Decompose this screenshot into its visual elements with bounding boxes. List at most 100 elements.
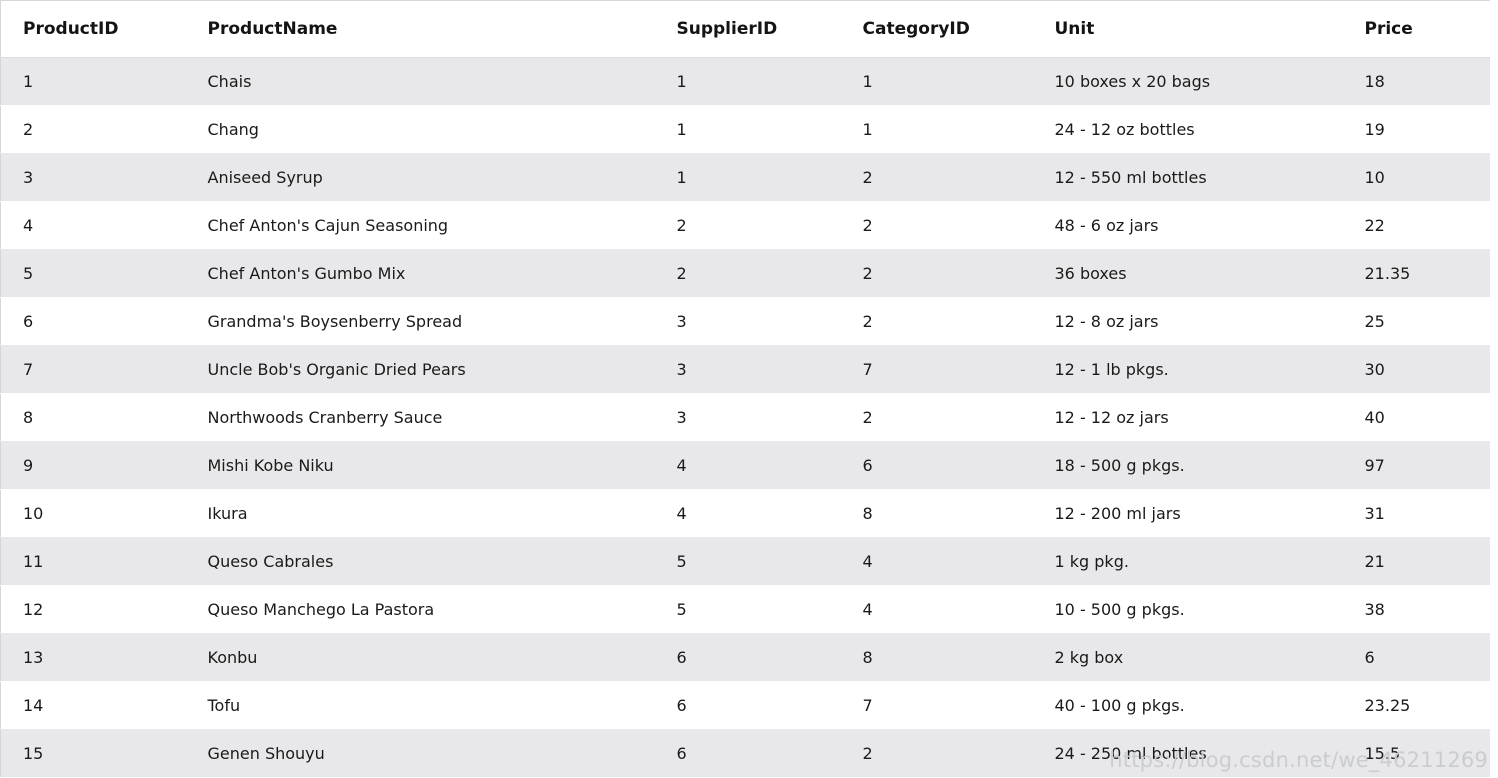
table-row[interactable]: 1 Chais 1 1 10 boxes x 20 bags 18 (0, 57, 1490, 106)
cell-categoryid: 2 (853, 393, 1046, 442)
cell-categoryid: 2 (853, 201, 1046, 250)
cell-productid: 4 (0, 201, 186, 250)
cell-categoryid: 8 (853, 489, 1046, 538)
table-row[interactable]: 2 Chang 1 1 24 - 12 oz bottles 19 (0, 105, 1490, 154)
column-header-productname[interactable]: ProductName (185, 0, 668, 58)
cell-productid: 10 (0, 489, 186, 538)
cell-productname: Ikura (185, 489, 668, 538)
table-row[interactable]: 4 Chef Anton's Cajun Seasoning 2 2 48 - 6 oz… (0, 201, 1490, 250)
cell-price: 21 (1355, 537, 1490, 586)
cell-categoryid: 1 (853, 105, 1046, 154)
cell-price: 18 (1355, 57, 1490, 106)
cell-unit: 12 - 12 oz jars (1045, 393, 1356, 442)
cell-supplierid: 3 (667, 393, 854, 442)
column-header-productid[interactable]: ProductID (0, 0, 186, 58)
cell-productname: Genen Shouyu (185, 729, 668, 778)
cell-categoryid: 4 (853, 585, 1046, 634)
cell-categoryid: 2 (853, 153, 1046, 202)
cell-price: 38 (1355, 585, 1490, 634)
cell-unit: 40 - 100 g pkgs. (1045, 681, 1356, 730)
table-row[interactable]: 13 Konbu 6 8 2 kg box 6 (0, 633, 1490, 682)
table-row[interactable]: 15 Genen Shouyu 6 2 24 - 250 ml bottles 15.5 (0, 729, 1490, 778)
cell-productid: 9 (0, 441, 186, 490)
cell-productname: Chais (185, 57, 668, 106)
column-header-price[interactable]: Price (1355, 0, 1490, 58)
cell-unit: 1 kg pkg. (1045, 537, 1356, 586)
cell-supplierid: 6 (667, 681, 854, 730)
table-row[interactable]: 14 Tofu 6 7 40 - 100 g pkgs. 23.25 (0, 681, 1490, 730)
cell-categoryid: 2 (853, 729, 1046, 778)
cell-price: 23.25 (1355, 681, 1490, 730)
cell-productid: 3 (0, 153, 186, 202)
cell-price: 6 (1355, 633, 1490, 682)
cell-unit: 10 boxes x 20 bags (1045, 57, 1356, 106)
cell-price: 31 (1355, 489, 1490, 538)
table-row[interactable]: 11 Queso Cabrales 5 4 1 kg pkg. 21 (0, 537, 1490, 586)
products-table-container: ProductID ProductName SupplierID Categor… (0, 0, 1490, 778)
cell-productname: Chef Anton's Gumbo Mix (185, 249, 668, 298)
table-header: ProductID ProductName SupplierID Categor… (0, 0, 1490, 58)
cell-productid: 11 (0, 537, 186, 586)
cell-productname: Mishi Kobe Niku (185, 441, 668, 490)
cell-supplierid: 1 (667, 153, 854, 202)
cell-price: 22 (1355, 201, 1490, 250)
cell-productid: 14 (0, 681, 186, 730)
cell-unit: 48 - 6 oz jars (1045, 201, 1356, 250)
cell-supplierid: 1 (667, 57, 854, 106)
cell-price: 30 (1355, 345, 1490, 394)
cell-categoryid: 6 (853, 441, 1046, 490)
cell-unit: 36 boxes (1045, 249, 1356, 298)
cell-supplierid: 5 (667, 537, 854, 586)
table-row[interactable]: 5 Chef Anton's Gumbo Mix 2 2 36 boxes 21.35 (0, 249, 1490, 298)
cell-productname: Aniseed Syrup (185, 153, 668, 202)
cell-supplierid: 4 (667, 441, 854, 490)
table-row[interactable]: 6 Grandma's Boysenberry Spread 3 2 12 - 8 oz… (0, 297, 1490, 346)
cell-supplierid: 3 (667, 297, 854, 346)
table-body: 1 Chais 1 1 10 boxes x 20 bags 18 2 Chang 1 1 24 -… (0, 57, 1490, 778)
cell-price: 10 (1355, 153, 1490, 202)
cell-productname: Queso Cabrales (185, 537, 668, 586)
cell-categoryid: 7 (853, 681, 1046, 730)
cell-productid: 5 (0, 249, 186, 298)
cell-categoryid: 2 (853, 249, 1046, 298)
cell-unit: 12 - 8 oz jars (1045, 297, 1356, 346)
cell-productname: Uncle Bob's Organic Dried Pears (185, 345, 668, 394)
cell-unit: 12 - 1 lb pkgs. (1045, 345, 1356, 394)
cell-unit: 12 - 200 ml jars (1045, 489, 1356, 538)
cell-supplierid: 4 (667, 489, 854, 538)
cell-productname: Tofu (185, 681, 668, 730)
column-header-unit[interactable]: Unit (1045, 0, 1356, 58)
table-row[interactable]: 10 Ikura 4 8 12 - 200 ml jars 31 (0, 489, 1490, 538)
table-row[interactable]: 9 Mishi Kobe Niku 4 6 18 - 500 g pkgs. 97 (0, 441, 1490, 490)
cell-productid: 12 (0, 585, 186, 634)
cell-supplierid: 2 (667, 201, 854, 250)
column-header-categoryid[interactable]: CategoryID (853, 0, 1046, 58)
cell-price: 19 (1355, 105, 1490, 154)
cell-productname: Chef Anton's Cajun Seasoning (185, 201, 668, 250)
cell-supplierid: 1 (667, 105, 854, 154)
cell-categoryid: 4 (853, 537, 1046, 586)
cell-unit: 12 - 550 ml bottles (1045, 153, 1356, 202)
column-header-supplierid[interactable]: SupplierID (667, 0, 854, 58)
cell-productid: 13 (0, 633, 186, 682)
cell-productid: 6 (0, 297, 186, 346)
cell-price: 40 (1355, 393, 1490, 442)
cell-unit: 18 - 500 g pkgs. (1045, 441, 1356, 490)
cell-unit: 24 - 12 oz bottles (1045, 105, 1356, 154)
table-header-row: ProductID ProductName SupplierID Categor… (0, 0, 1490, 58)
cell-productname: Queso Manchego La Pastora (185, 585, 668, 634)
cell-supplierid: 6 (667, 729, 854, 778)
cell-supplierid: 2 (667, 249, 854, 298)
cell-unit: 10 - 500 g pkgs. (1045, 585, 1356, 634)
table-row[interactable]: 3 Aniseed Syrup 1 2 12 - 550 ml bottles 10 (0, 153, 1490, 202)
cell-supplierid: 6 (667, 633, 854, 682)
cell-productid: 1 (0, 57, 186, 106)
table-row[interactable]: 12 Queso Manchego La Pastora 5 4 10 - 500 g … (0, 585, 1490, 634)
cell-price: 97 (1355, 441, 1490, 490)
cell-productname: Chang (185, 105, 668, 154)
table-row[interactable]: 7 Uncle Bob's Organic Dried Pears 3 7 12 - 1… (0, 345, 1490, 394)
cell-price: 15.5 (1355, 729, 1490, 778)
cell-productid: 2 (0, 105, 186, 154)
cell-categoryid: 2 (853, 297, 1046, 346)
table-row[interactable]: 8 Northwoods Cranberry Sauce 3 2 12 - 12 oz … (0, 393, 1490, 442)
